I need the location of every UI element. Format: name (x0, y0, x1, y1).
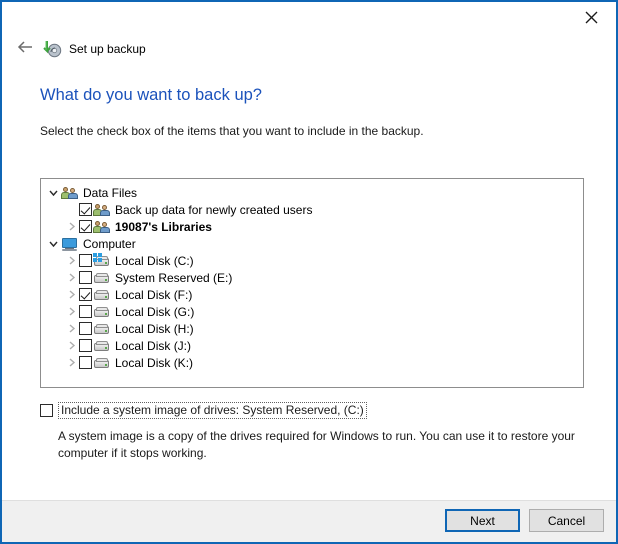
chevron-right-icon[interactable] (63, 219, 79, 235)
drive-icon (93, 321, 110, 337)
users-icon (93, 219, 110, 235)
tree-item-label: Local Disk (F:) (115, 288, 192, 302)
chevron-right-icon[interactable] (63, 321, 79, 337)
drive-icon (93, 355, 110, 371)
tree-item-label: Local Disk (K:) (115, 356, 193, 370)
tree-row[interactable]: Local Disk (J:) (41, 337, 583, 354)
tree-item-label: Local Disk (H:) (115, 322, 194, 336)
tree-item-checkbox[interactable] (79, 271, 92, 284)
tree-item-checkbox[interactable] (79, 220, 92, 233)
back-button[interactable] (14, 38, 36, 60)
users-icon (93, 202, 110, 218)
drive-icon (93, 338, 110, 354)
chevron-down-icon[interactable] (45, 185, 61, 201)
chevron-right-icon[interactable] (63, 338, 79, 354)
footer-buttons: Next Cancel (445, 509, 604, 532)
tree-item-label: System Reserved (E:) (115, 271, 232, 285)
tree-item-label: Data Files (83, 186, 137, 200)
tree-item-checkbox[interactable] (79, 288, 92, 301)
set-up-backup-window: Set up backup What do you want to back u… (0, 0, 618, 544)
tree-item-label: Local Disk (C:) (115, 254, 194, 268)
system-image-checkbox[interactable] (40, 404, 53, 417)
tree-item-checkbox[interactable] (79, 254, 92, 267)
chevron-right-icon[interactable] (63, 304, 79, 320)
tree-row[interactable]: Local Disk (F:) (41, 286, 583, 303)
tree-item-checkbox[interactable] (79, 203, 92, 216)
tree-row[interactable]: Back up data for newly created users (41, 201, 583, 218)
drive-icon (93, 304, 110, 320)
users-icon (61, 185, 78, 201)
chevron-right-icon[interactable] (63, 355, 79, 371)
tree-row[interactable]: Computer (41, 235, 583, 252)
tree-row[interactable]: Local Disk (H:) (41, 320, 583, 337)
footer-bar: Next Cancel (2, 500, 616, 542)
close-button[interactable] (570, 4, 612, 30)
next-button[interactable]: Next (445, 509, 520, 532)
system-image-label[interactable]: Include a system image of drives: System… (58, 402, 367, 419)
back-arrow-icon (17, 40, 34, 59)
chevron-right-icon[interactable] (63, 270, 79, 286)
tree-item-label: Computer (83, 237, 136, 251)
chevron-right-icon[interactable] (63, 253, 79, 269)
tree-row[interactable]: Local Disk (G:) (41, 303, 583, 320)
tree-row[interactable]: System Reserved (E:) (41, 269, 583, 286)
tree-item-label: Local Disk (G:) (115, 305, 194, 319)
tree-row[interactable]: Data Files (41, 184, 583, 201)
tree-item-label: Back up data for newly created users (115, 203, 312, 217)
tree-item-label: 19087's Libraries (115, 220, 212, 234)
tree-item-checkbox[interactable] (79, 339, 92, 352)
tree-item-checkbox[interactable] (79, 356, 92, 369)
tree-item-checkbox[interactable] (79, 305, 92, 318)
tree-item-checkbox[interactable] (79, 322, 92, 335)
navigation-row: Set up backup (14, 38, 146, 60)
system-image-description: A system image is a copy of the drives r… (58, 428, 582, 462)
chevron-down-icon[interactable] (45, 236, 61, 252)
system-image-row: Include a system image of drives: System… (40, 402, 367, 419)
backup-items-tree[interactable]: Data Files Back up data for newly created… (40, 178, 584, 388)
tree-row[interactable]: Local Disk (K:) (41, 354, 583, 371)
window-caption: Set up backup (69, 42, 146, 56)
system-drive-icon (93, 253, 110, 269)
close-icon (585, 11, 598, 24)
drive-icon (93, 287, 110, 303)
instruction-text: Select the check box of the items that y… (40, 124, 424, 138)
title-bar: Set up backup (2, 2, 616, 72)
drive-icon (93, 270, 110, 286)
cancel-button[interactable]: Cancel (529, 509, 604, 532)
tree-row[interactable]: Local Disk (C:) (41, 252, 583, 269)
page-title: What do you want to back up? (40, 86, 262, 105)
tree-row[interactable]: 19087's Libraries (41, 218, 583, 235)
chevron-right-icon[interactable] (63, 287, 79, 303)
backup-icon (42, 39, 62, 59)
monitor-icon (61, 236, 78, 252)
tree-item-label: Local Disk (J:) (115, 339, 191, 353)
